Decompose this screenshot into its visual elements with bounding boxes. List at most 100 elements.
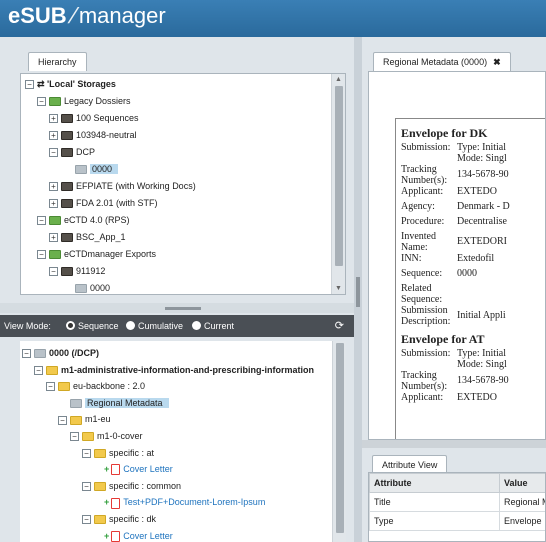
tree-node[interactable]: − ⇄ 'Local' Storages — [25, 76, 116, 92]
collapse-icon[interactable]: − — [82, 448, 91, 458]
tree-node[interactable]: + Test+PDF+Document-Lorem-Ipsum — [104, 494, 265, 510]
radio-cumulative[interactable]: Cumulative — [126, 315, 183, 337]
envelope-key: Submission Description: — [401, 305, 451, 327]
added-icon: + — [104, 497, 110, 508]
tree-node[interactable]: − Legacy Dossiers — [37, 93, 131, 109]
tree-node-label: eCTDmanager Exports — [64, 249, 157, 259]
sequence-icon — [75, 284, 87, 294]
collapse-icon[interactable]: − — [37, 216, 46, 226]
horizontal-splitter[interactable] — [0, 303, 354, 313]
tree-node[interactable]: + Cover Letter — [104, 461, 173, 477]
expand-icon[interactable]: + — [49, 233, 58, 243]
expand-icon[interactable]: + — [49, 114, 58, 124]
collapse-icon[interactable]: − — [25, 80, 34, 90]
tree-node[interactable]: − m1-administrative-information-and-presc… — [34, 362, 314, 378]
radio-current[interactable]: Current — [192, 315, 234, 337]
storage-icon — [49, 216, 61, 226]
collapse-icon[interactable]: − — [82, 481, 91, 491]
sequence-scrollbar[interactable] — [332, 341, 346, 542]
table-row[interactable]: Type Envelope — [369, 511, 545, 531]
tree-node[interactable]: + BSC_App_1 — [49, 229, 126, 245]
tree-node[interactable]: + EFPIATE (with Working Docs) — [49, 178, 196, 194]
envelope-key: Related Sequence: — [401, 283, 443, 305]
tree-node-label: Cover Letter — [123, 530, 173, 541]
tree-node-label: m1-administrative-information-and-prescr… — [61, 364, 315, 375]
tree-node-label: eCTD 4.0 (RPS) — [64, 215, 130, 225]
hierarchy-scrollbar[interactable]: ▲ ▼ — [331, 74, 345, 294]
tree-node[interactable]: + Cover Letter — [104, 528, 173, 542]
expand-icon[interactable]: + — [49, 199, 58, 209]
tab-hierarchy[interactable]: Hierarchy — [28, 52, 87, 71]
tree-node-label: 103948-neutral — [76, 130, 137, 140]
expand-icon[interactable]: + — [49, 182, 58, 192]
tree-node[interactable]: − specific : dk — [82, 511, 156, 527]
attribute-table: Attribute Value Title Regional M Type En… — [369, 473, 545, 531]
envelope-key: INN: — [401, 253, 422, 264]
close-icon[interactable]: ✖ — [493, 57, 501, 67]
tree-node-label: specific : at — [109, 447, 155, 458]
table-row[interactable]: Title Regional M — [369, 492, 545, 512]
value-cell: Regional M — [499, 492, 545, 512]
tab-regional-metadata[interactable]: Regional Metadata (0000) ✖ — [373, 52, 511, 72]
tree-node-label: specific : dk — [109, 514, 157, 524]
envelope-heading: Envelope for DK — [401, 126, 488, 140]
radio-icon — [66, 321, 75, 330]
tree-node[interactable]: − 911912 — [49, 263, 105, 279]
tree-node[interactable]: Regional Metadata — [70, 395, 169, 411]
collapse-icon[interactable]: − — [58, 415, 67, 425]
collapse-icon[interactable]: − — [49, 148, 58, 158]
column-header-attribute: Attribute — [369, 473, 500, 493]
collapse-icon[interactable]: − — [82, 515, 91, 525]
folder-icon — [82, 432, 94, 442]
folder-icon — [58, 382, 70, 392]
envelope-key: Tracking Number(s): — [401, 164, 448, 186]
tree-node[interactable]: − DCP — [49, 144, 95, 160]
folder-icon — [94, 515, 106, 525]
attribute-cell: Type — [369, 511, 500, 531]
envelope-value: Extedofil — [457, 253, 495, 264]
collapse-icon[interactable]: − — [37, 250, 46, 260]
tree-node[interactable]: − eCTD 4.0 (RPS) — [37, 212, 130, 228]
right-splitter[interactable] — [362, 440, 546, 448]
expand-icon[interactable]: + — [49, 131, 58, 141]
tree-node-label: Test+PDF+Document-Lorem-Ipsum — [123, 497, 266, 508]
tree-node[interactable]: 0000 — [75, 280, 110, 294]
tree-node[interactable]: +100 Sequences — [49, 110, 139, 126]
column-header-value: Value — [499, 473, 545, 493]
collapse-icon[interactable]: − — [34, 365, 43, 375]
tree-node[interactable]: − specific : at — [82, 445, 154, 461]
tree-node[interactable]: 0000 — [75, 161, 119, 177]
collapse-icon[interactable]: − — [70, 432, 79, 442]
envelope-key: Submission: — [401, 142, 451, 153]
refresh-icon[interactable]: ⟳ — [335, 315, 344, 337]
collapse-icon[interactable]: − — [22, 349, 31, 359]
tree-node[interactable]: − m1-eu — [58, 411, 111, 427]
pdf-icon — [111, 497, 121, 509]
scroll-thumb[interactable] — [335, 86, 343, 266]
tree-node-label: m1-0-cover — [97, 431, 143, 441]
tree-node[interactable]: − eCTDmanager Exports — [37, 246, 156, 262]
dossier-icon — [61, 114, 73, 124]
tree-node[interactable]: − m1-0-cover — [70, 428, 143, 444]
envelope-value: Initial Appli — [457, 310, 506, 321]
collapse-icon[interactable]: − — [49, 267, 58, 277]
vertical-splitter[interactable] — [354, 37, 362, 542]
collapse-icon[interactable]: − — [46, 382, 55, 392]
envelope-value: Decentralise — [457, 216, 507, 227]
envelope-key: Invented Name: — [401, 231, 436, 253]
radio-sequence[interactable]: Sequence — [66, 315, 119, 337]
collapse-icon[interactable]: − — [37, 97, 46, 107]
scroll-thumb[interactable] — [336, 343, 344, 533]
tree-node[interactable]: − 0000 (/DCP) — [22, 345, 99, 361]
pdf-icon — [111, 530, 121, 542]
tree-node[interactable]: − specific : common — [82, 478, 181, 494]
added-icon: + — [104, 530, 110, 541]
dossier-icon — [61, 267, 73, 277]
tree-node[interactable]: − eu-backbone : 2.0 — [46, 378, 145, 394]
tree-node[interactable]: + FDA 2.01 (with STF) — [49, 195, 158, 211]
regional-metadata-document: Envelope for DK Submission: Type: Initial M… — [368, 71, 546, 440]
envelope-key: Applicant: — [401, 186, 444, 197]
tree-node[interactable]: +103948-neutral — [49, 127, 137, 143]
envelope-key: Submission: — [401, 348, 451, 359]
tree-node-label: 100 Sequences — [76, 113, 139, 123]
